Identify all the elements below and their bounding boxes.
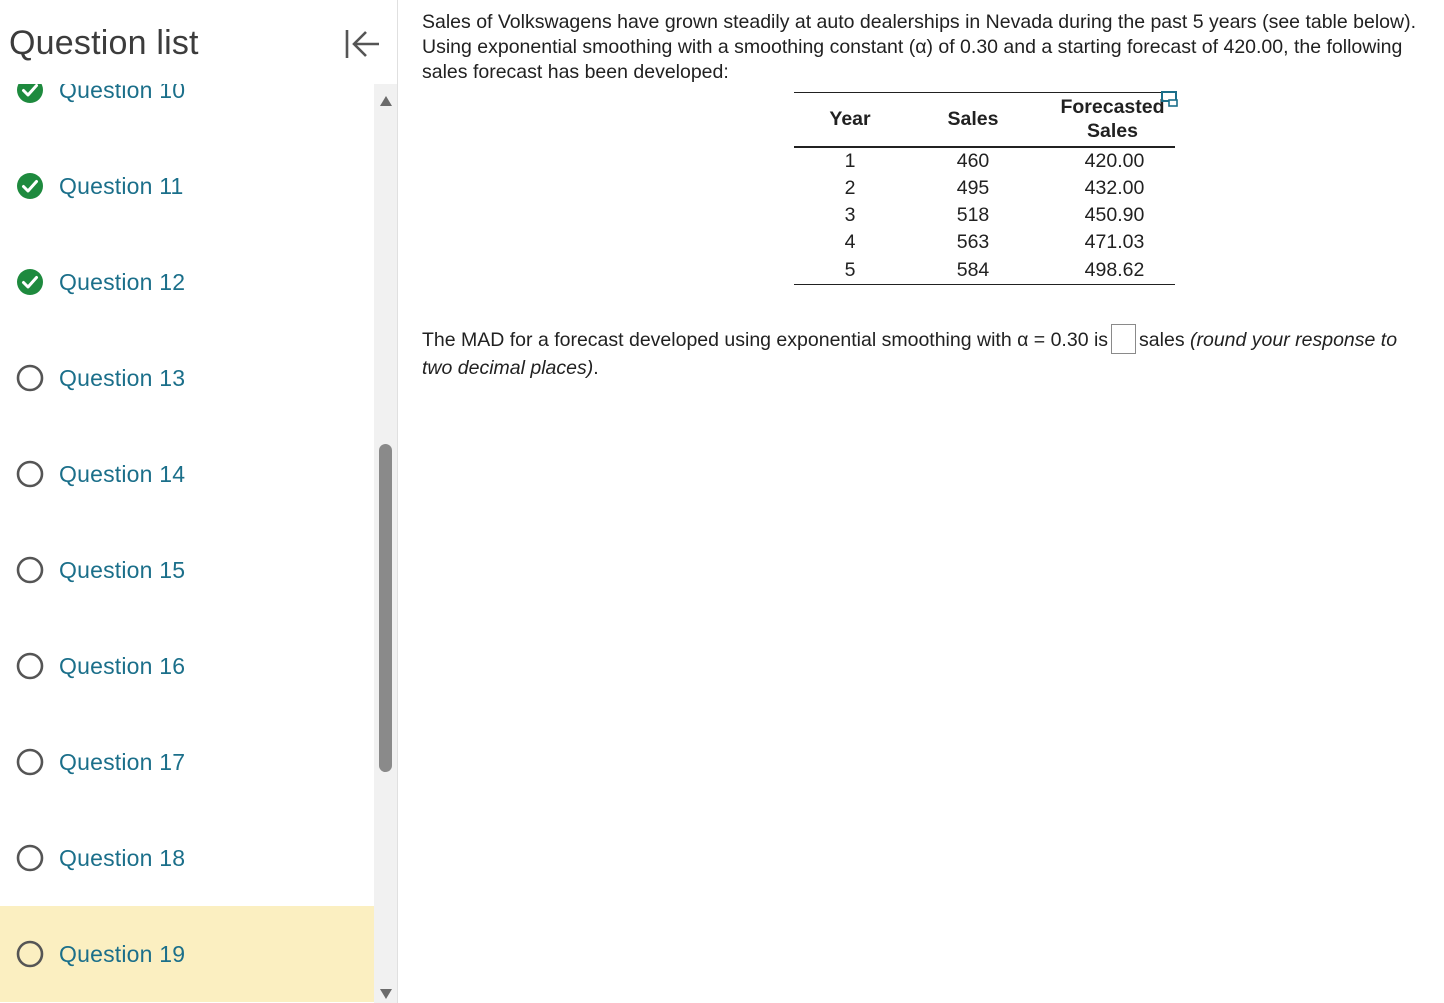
sales-cell: 518	[956, 204, 990, 227]
question-list-item-label: Question 14	[59, 460, 186, 487]
popout-icon	[1161, 91, 1178, 107]
scrollbar-thumb[interactable]	[379, 444, 392, 772]
empty-circle-icon	[16, 652, 44, 680]
forecast-cell: 450.90	[1084, 204, 1145, 227]
answer-unit: sales	[1139, 329, 1185, 351]
table-header-year: Year	[829, 108, 871, 131]
question-list-sidebar: Question 10 Question 11 Question 12 Questio…	[0, 0, 398, 1003]
empty-circle-icon	[16, 940, 44, 968]
sales-cell: 584	[956, 258, 990, 281]
question-list-item-label: Question 17	[59, 748, 186, 775]
forecast-cell: 432.00	[1084, 176, 1145, 199]
year-cell: 4	[844, 231, 856, 254]
question-list-item[interactable]: Question 17	[0, 714, 374, 810]
forecast-cell: 471.03	[1084, 231, 1145, 254]
question-intro: Sales of Volkswagens have grown steadily…	[422, 11, 1417, 83]
table-row: 2 495 432.00	[794, 175, 1175, 202]
empty-circle-icon	[16, 844, 44, 872]
answer-prompt-text: The MAD for a forecast developed using e…	[422, 329, 1109, 351]
expand-table-icon[interactable]	[1160, 90, 1180, 108]
scroll-down-arrow-icon[interactable]	[380, 989, 392, 999]
table-row: 5 584 498.62	[794, 257, 1175, 285]
table-header-row: Year Sales Forecasted Sales	[794, 92, 1175, 147]
question-list-item-label: Question 16	[59, 652, 186, 679]
question-list-item[interactable]: Question 19	[0, 906, 374, 1002]
scroll-up-arrow-icon[interactable]	[380, 96, 392, 106]
sidebar-header: Question list	[0, 0, 396, 84]
question-list-item[interactable]: Question 15	[0, 522, 374, 618]
year-cell: 5	[844, 258, 856, 281]
table-row: 4 563 471.03	[794, 229, 1175, 256]
table-header-forecast: Forecasted Sales	[1060, 96, 1165, 143]
check-circle-icon	[16, 268, 44, 296]
empty-circle-icon	[16, 748, 44, 776]
year-cell: 1	[844, 149, 856, 172]
question-list-item[interactable]: Question 12	[0, 234, 374, 330]
question-list-item-label: Question 12	[59, 268, 186, 295]
mad-answer-input[interactable]	[1111, 323, 1137, 354]
question-list-item[interactable]: Question 11	[0, 138, 374, 234]
sales-cell: 495	[956, 176, 990, 199]
sales-cell: 563	[956, 231, 990, 254]
forecast-cell: 420.00	[1084, 149, 1145, 172]
question-list-item-label: Question 13	[59, 364, 186, 391]
question-list-item-label: Question 19	[59, 940, 186, 967]
empty-circle-icon	[16, 364, 44, 392]
question-list-item-label: Question 10	[59, 84, 186, 103]
year-cell: 2	[844, 176, 856, 199]
prompt-end: .	[593, 357, 599, 379]
answer-prompt: The MAD for a forecast developed using e…	[422, 323, 1422, 382]
empty-circle-icon	[16, 460, 44, 488]
year-cell: 3	[844, 204, 856, 227]
sidebar-scrollbar[interactable]	[374, 84, 397, 1003]
forecast-cell: 498.62	[1084, 258, 1145, 281]
sidebar-title: Question list	[9, 24, 199, 62]
question-list-item-label: Question 18	[59, 844, 186, 871]
question-list-item[interactable]: Question 14	[0, 426, 374, 522]
question-list-item-label: Question 15	[59, 556, 186, 583]
table-header-sales: Sales	[947, 108, 999, 131]
question-list-item[interactable]: Question 10	[0, 84, 374, 138]
check-circle-icon	[16, 172, 44, 200]
collapse-sidebar-button[interactable]	[342, 26, 382, 62]
check-circle-icon	[16, 84, 44, 104]
question-list-item[interactable]: Question 13	[0, 330, 374, 426]
table-row: 3 518 450.90	[794, 202, 1175, 229]
table-row: 1 460 420.00	[794, 147, 1175, 175]
sales-table-container: Year Sales Forecasted Sales 1 460 420.00 2 4…	[794, 92, 1176, 285]
question-list-item[interactable]: Question 18	[0, 810, 374, 906]
question-list: Question 10 Question 11 Question 12 Questio…	[0, 84, 374, 1003]
question-list-item-label: Question 11	[59, 172, 184, 199]
question-list-item[interactable]: Question 16	[0, 618, 374, 714]
empty-circle-icon	[16, 556, 44, 584]
collapse-left-icon	[345, 30, 379, 58]
question-content: Sales of Volkswagens have grown steadily…	[422, 10, 1422, 379]
sales-cell: 460	[956, 149, 990, 172]
sales-forecast-table: Year Sales Forecasted Sales 1 460 420.00 2 4…	[794, 92, 1175, 285]
